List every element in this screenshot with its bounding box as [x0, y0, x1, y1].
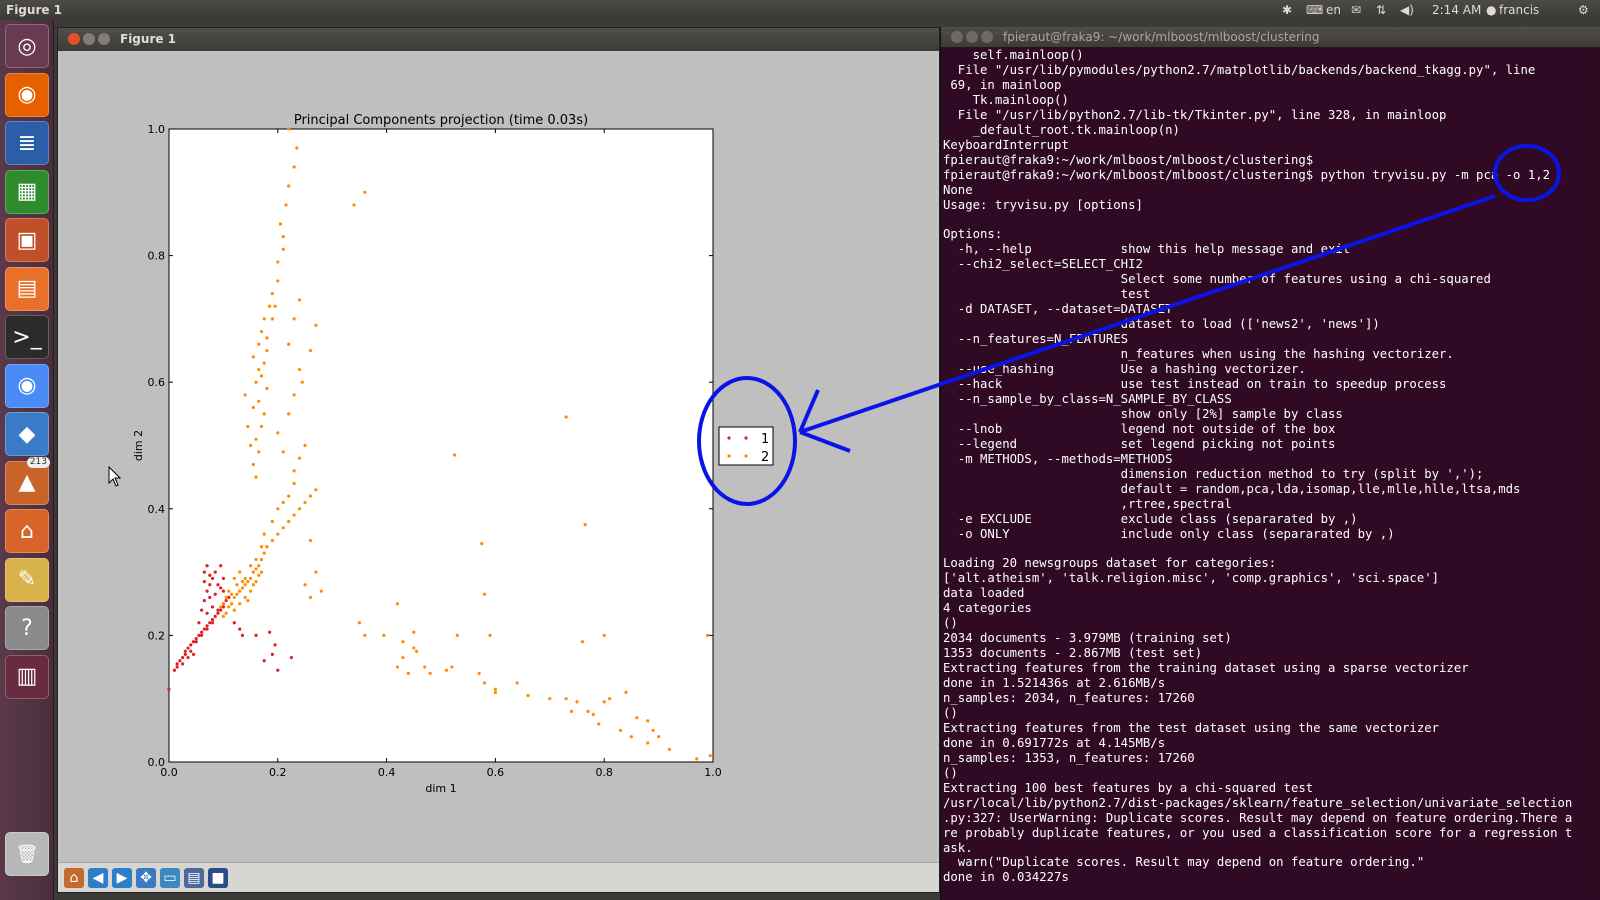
- annotation-arrow-head-lower: [799, 430, 851, 453]
- annotation-circle-command: [1493, 144, 1561, 202]
- annotation-arrow-shaft: [799, 194, 1496, 434]
- annotation-circle-legend: [697, 376, 797, 506]
- annotation-overlay: [697, 144, 1561, 506]
